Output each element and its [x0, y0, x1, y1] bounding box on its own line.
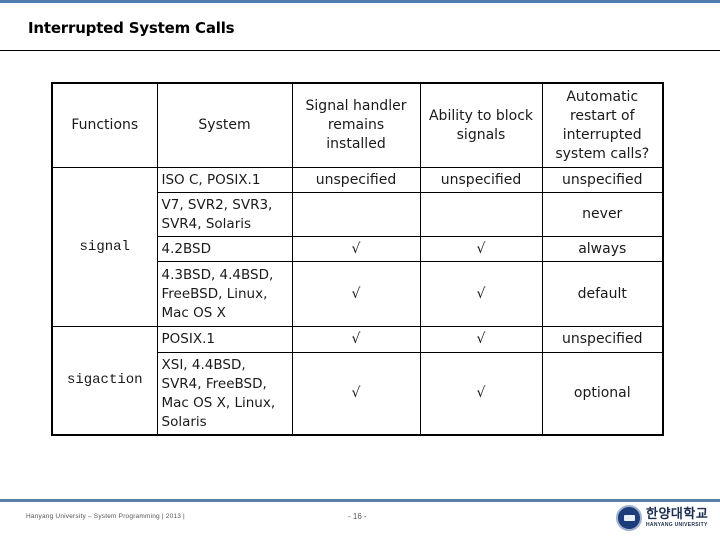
page-number: - 16 -	[348, 512, 367, 521]
cell-restart: default	[541, 261, 664, 327]
cell-system: 4.3BSD, 4.4BSD, FreeBSD, Linux, Mac OS X	[156, 261, 293, 327]
cell-block: √	[419, 261, 543, 327]
cell-handler: √	[291, 326, 421, 353]
footer-divider	[0, 499, 720, 502]
university-emblem-icon	[616, 505, 642, 531]
cell-system: V7, SVR2, SVR3, SVR4, Solaris	[156, 192, 293, 237]
top-accent-bar	[0, 0, 720, 3]
cell-block: unspecified	[419, 167, 543, 193]
slide-title: Interrupted System Calls	[28, 19, 235, 37]
cell-handler	[291, 192, 421, 237]
header-handler-installed: Signal handler remains installed	[291, 82, 421, 168]
cell-restart: optional	[541, 352, 664, 436]
cell-system: POSIX.1	[156, 326, 293, 353]
cell-block: √	[419, 236, 543, 262]
logo-english-text: HANYANG UNIVERSITY	[646, 522, 708, 528]
cell-handler: √	[291, 236, 421, 262]
cell-system: 4.2BSD	[156, 236, 293, 262]
footer-course-label: Hanyang University – System Programming …	[26, 513, 185, 520]
cell-block	[419, 192, 543, 237]
table-header-row: Functions System Signal handler remains …	[51, 82, 664, 168]
function-sigaction: sigaction	[51, 326, 158, 436]
table-row: sigaction POSIX.1 √ √ unspecified	[51, 326, 664, 436]
header-auto-restart: Automatic restart of interrupted system …	[541, 82, 664, 168]
header-functions: Functions	[51, 82, 158, 168]
cell-block: √	[419, 326, 543, 353]
cell-restart: unspecified	[541, 167, 664, 193]
function-signal: signal	[51, 167, 158, 327]
cell-system: ISO C, POSIX.1	[156, 167, 293, 193]
title-divider	[0, 50, 720, 51]
header-block-signals: Ability to block signals	[419, 82, 543, 168]
cell-block: √	[419, 352, 543, 436]
cell-handler: √	[291, 352, 421, 436]
interrupted-system-calls-table: Functions System Signal handler remains …	[51, 82, 664, 436]
table-row: signal ISO C, POSIX.1 unspecified unspec…	[51, 167, 664, 327]
cell-restart: always	[541, 236, 664, 262]
cell-restart: never	[541, 192, 664, 237]
cell-handler: √	[291, 261, 421, 327]
cell-system: XSI, 4.4BSD, SVR4, FreeBSD, Mac OS X, Li…	[156, 352, 293, 436]
logo-korean-text: 한양대학교	[646, 507, 709, 522]
header-system: System	[156, 82, 293, 168]
cell-handler: unspecified	[291, 167, 421, 193]
cell-restart: unspecified	[541, 326, 664, 353]
university-logo: 한양대학교 HANYANG UNIVERSITY	[616, 505, 708, 531]
